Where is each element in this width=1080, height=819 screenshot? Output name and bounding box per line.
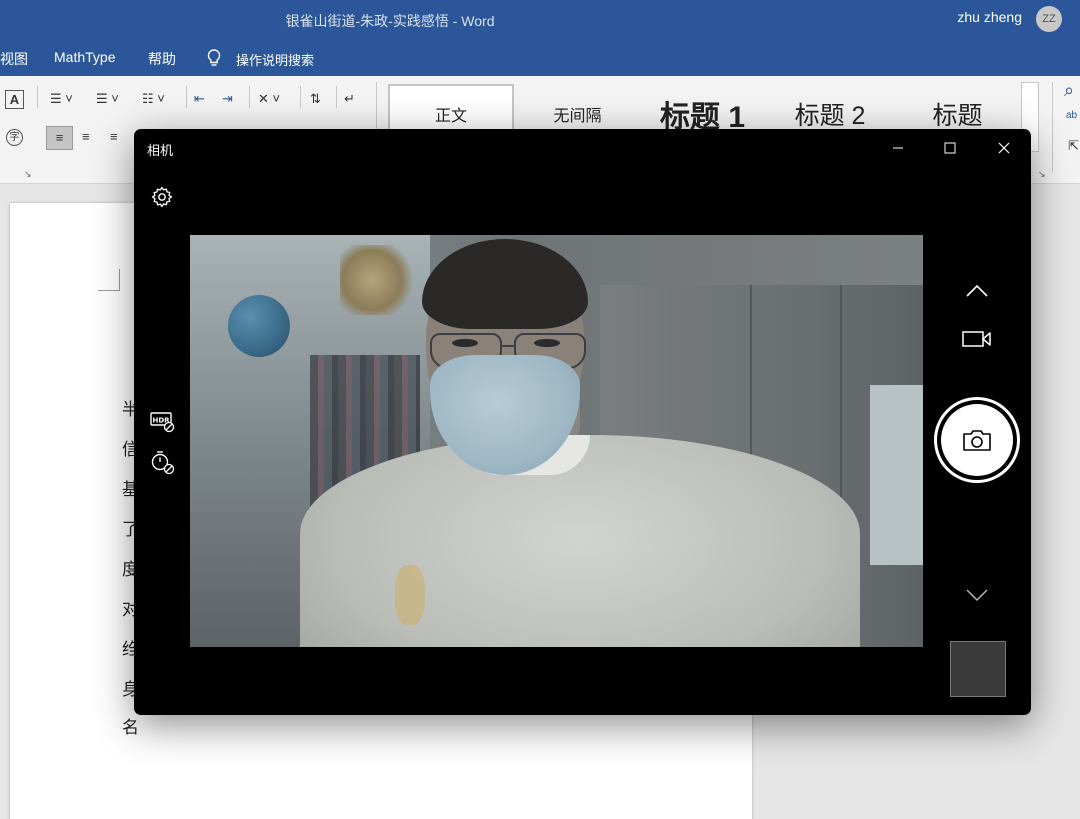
align-center-icon[interactable]: ≡	[82, 129, 90, 144]
lightbulb-icon	[207, 49, 221, 66]
find-icon[interactable]: ⌕	[1064, 80, 1074, 101]
char-border-icon[interactable]: A	[5, 90, 24, 109]
video-camera-icon	[962, 331, 991, 347]
gear-icon	[151, 186, 173, 208]
ribbon-tabs: 视图 MathType 帮助 操作说明搜索	[0, 40, 1080, 76]
minimize-button[interactable]	[872, 129, 924, 167]
decrease-indent-icon[interactable]: ⇤	[194, 91, 205, 107]
preview-window-light	[870, 385, 923, 565]
ribbon-divider	[300, 86, 301, 108]
preview-sweater-mark	[395, 565, 425, 625]
close-button[interactable]	[978, 129, 1030, 167]
video-mode-button[interactable]	[960, 327, 994, 351]
maximize-icon	[944, 142, 956, 154]
preview-person-glasses-bridge	[502, 345, 514, 347]
camera-title: 相机	[147, 143, 174, 158]
tab-view[interactable]: 视图	[0, 49, 28, 69]
ribbon-divider	[1052, 82, 1053, 172]
ribbon-divider	[37, 86, 38, 108]
align-left-icon[interactable]: ≡	[46, 126, 73, 150]
word-title-bar: 银雀山街道-朱政-实践感悟 - Word zhu zheng ZZ	[0, 0, 1080, 40]
hdr-button[interactable]: HDR	[149, 409, 177, 435]
tab-mathtype[interactable]: MathType	[54, 49, 115, 65]
multilevel-list-icon[interactable]: ☷ ˅	[142, 91, 165, 107]
styles-dialog-launcher-icon[interactable]: ↘	[1038, 169, 1046, 180]
increase-indent-icon[interactable]: ⇥	[222, 91, 233, 107]
tab-help[interactable]: 帮助	[148, 49, 176, 69]
timer-off-icon	[151, 451, 175, 475]
margin-marker	[98, 269, 120, 291]
minimize-icon	[893, 147, 903, 149]
ribbon-divider	[336, 86, 337, 108]
show-marks-icon[interactable]: ↵	[344, 91, 355, 107]
settings-button[interactable]	[149, 184, 175, 210]
bullets-icon[interactable]: ☰ ˅	[50, 91, 73, 107]
user-avatar[interactable]: ZZ	[1036, 6, 1062, 32]
dialog-launcher-icon[interactable]: ↘	[24, 169, 32, 180]
preview-person-hair	[422, 239, 588, 329]
chinese-layout-icon[interactable]: ✕ ˅	[258, 91, 280, 107]
camera-icon	[963, 430, 991, 451]
chevron-up-icon	[966, 284, 988, 297]
preview-globe	[228, 295, 290, 357]
hdr-off-icon: HDR	[150, 412, 175, 433]
preview-toys	[340, 245, 420, 315]
maximize-button[interactable]	[924, 129, 976, 167]
last-photo-thumbnail[interactable]	[950, 641, 1006, 697]
camera-preview[interactable]	[190, 235, 923, 647]
enclosed-char-icon[interactable]: 字	[6, 129, 23, 146]
close-icon	[998, 142, 1010, 154]
shutter-inner	[941, 404, 1013, 476]
ribbon-divider	[186, 86, 187, 108]
sort-icon[interactable]: ⇅	[310, 91, 321, 107]
align-right-icon[interactable]: ≡	[110, 129, 118, 144]
ribbon-divider	[249, 86, 250, 108]
scroll-down-button[interactable]	[962, 583, 992, 607]
document-title: 银雀山街道-朱政-实践感悟 - Word	[285, 13, 495, 29]
doc-text-line[interactable]: 名	[122, 713, 139, 738]
tell-me-search[interactable]: 操作说明搜索	[236, 50, 314, 69]
numbering-icon[interactable]: ☰ ˅	[96, 91, 119, 107]
user-name[interactable]: zhu zheng	[957, 9, 1022, 25]
take-photo-button[interactable]	[934, 397, 1020, 483]
camera-window: 相机 HDR	[134, 129, 1031, 715]
replace-icon[interactable]: ab	[1066, 110, 1077, 121]
select-icon[interactable]: ⇱	[1068, 138, 1079, 154]
chevron-down-icon	[966, 589, 988, 601]
timer-button[interactable]	[149, 449, 177, 477]
preview-person-sweater	[300, 435, 860, 647]
scroll-up-button[interactable]	[962, 279, 992, 303]
